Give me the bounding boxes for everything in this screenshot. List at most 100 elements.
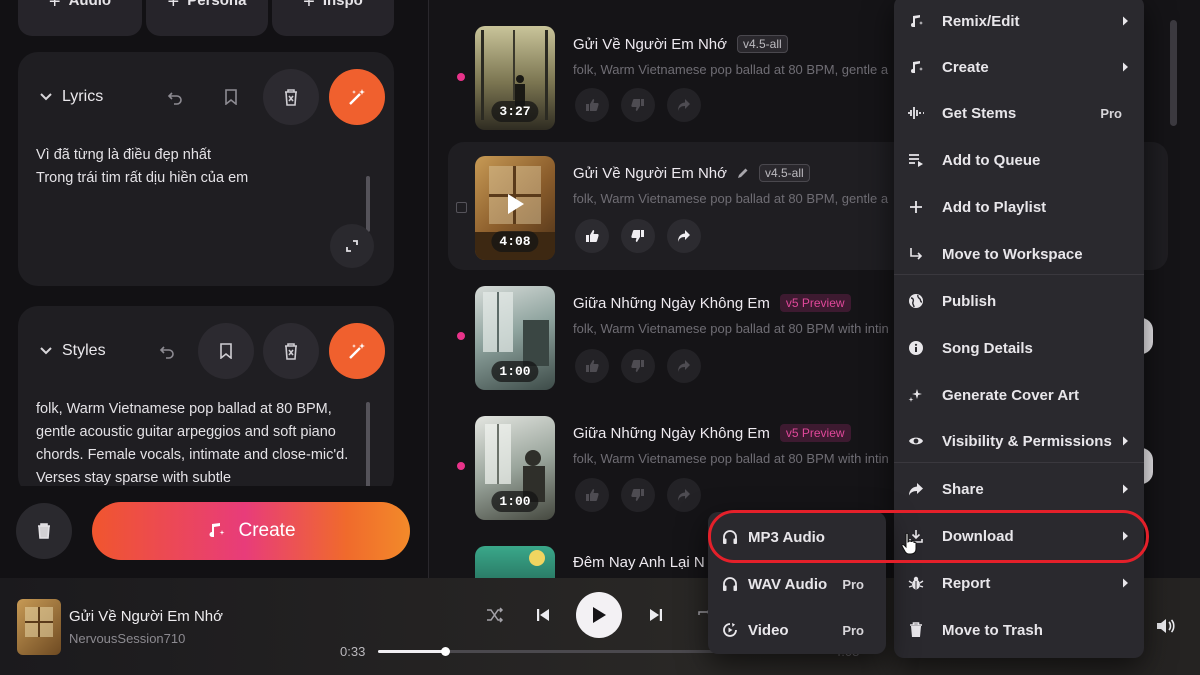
menu-item-move-to-workspace[interactable]: Move to Workspace <box>894 231 1144 277</box>
song-cover[interactable]: 4:08 <box>475 156 555 260</box>
expand-button[interactable] <box>330 224 374 268</box>
chevron-down-icon <box>40 93 52 101</box>
song-cover[interactable]: 1:00 <box>475 416 555 520</box>
song-title-row[interactable]: Đêm Nay Anh Lại N <box>573 554 705 571</box>
like-button[interactable] <box>575 349 609 383</box>
share-button[interactable] <box>667 478 701 512</box>
info-icon <box>906 338 926 358</box>
like-button[interactable] <box>575 88 609 122</box>
menu-item-remix-edit[interactable]: Remix/Edit <box>894 0 1144 44</box>
edit-pencil-icon[interactable] <box>737 167 749 179</box>
styles-scrollbar[interactable] <box>366 402 370 492</box>
progress-fill <box>378 650 446 653</box>
model-tag: v5 Preview <box>779 294 851 312</box>
share-arrow-icon <box>678 360 690 372</box>
share-button[interactable] <box>667 349 701 383</box>
dislike-button[interactable] <box>621 349 655 383</box>
dislike-button[interactable] <box>621 219 655 253</box>
song-title-row[interactable]: Giữa Những Ngày Không Em v5 Preview <box>573 294 851 312</box>
submenu-arrow-icon <box>1122 484 1132 494</box>
new-indicator <box>457 332 465 340</box>
add-audio-button[interactable]: + Audio <box>18 0 142 36</box>
lyrics-scrollbar[interactable] <box>366 176 370 232</box>
player-artist[interactable]: NervousSession710 <box>69 631 185 646</box>
undo-icon[interactable] <box>152 336 182 366</box>
menu-separator <box>894 462 1144 463</box>
menu-item-add-to-playlist[interactable]: Add to Playlist <box>894 184 1144 230</box>
magic-styles-button[interactable] <box>329 323 385 379</box>
shuffle-icon[interactable] <box>480 600 510 630</box>
menu-item-report[interactable]: Report <box>894 560 1144 606</box>
menu-item-move-to-trash[interactable]: Move to Trash <box>894 607 1144 653</box>
styles-toggle[interactable]: Styles <box>40 342 106 360</box>
thumbs-down-icon <box>631 489 644 501</box>
play-button[interactable] <box>576 592 622 638</box>
share-button[interactable] <box>667 88 701 122</box>
bookmark-button[interactable] <box>198 323 254 379</box>
select-checkbox[interactable] <box>456 202 467 213</box>
styles-text[interactable]: folk, Warm Vietnamese pop ballad at 80 B… <box>36 398 362 490</box>
song-desc: folk, Warm Vietnamese pop ballad at 80 B… <box>573 62 889 77</box>
lyrics-toggle[interactable]: Lyrics <box>40 88 103 106</box>
undo-icon[interactable] <box>160 82 190 112</box>
player-cover[interactable] <box>17 599 61 655</box>
song-cover[interactable] <box>475 546 555 578</box>
add-persona-button[interactable]: + Persona <box>146 0 268 36</box>
menu-item-publish[interactable]: Publish <box>894 278 1144 324</box>
menu-item-label: Add to Playlist <box>942 198 1047 216</box>
magic-lyrics-button[interactable] <box>329 69 385 125</box>
menu-item-label: Add to Queue <box>942 151 1041 169</box>
current-time: 0:33 <box>340 644 366 659</box>
thumbs-up-icon <box>586 99 599 111</box>
download-option-wav-audio[interactable]: WAV Audio Pro <box>708 561 886 607</box>
bookmark-icon[interactable] <box>216 82 246 112</box>
volume-icon[interactable] <box>1151 611 1181 641</box>
download-option-label: WAV Audio <box>748 575 828 593</box>
lyrics-text[interactable]: Vì đã từng là điều đẹp nhất Trong trái t… <box>36 144 356 190</box>
previous-icon[interactable] <box>528 600 558 630</box>
dislike-button[interactable] <box>621 88 655 122</box>
clear-lyrics-button[interactable] <box>263 69 319 125</box>
menu-item-generate-cover-art[interactable]: Generate Cover Art <box>894 372 1144 418</box>
menu-item-visibility-permissions[interactable]: Visibility & Permissions <box>894 418 1144 464</box>
menu-item-share[interactable]: Share <box>894 466 1144 512</box>
submenu-arrow-icon <box>1122 62 1132 72</box>
share-button[interactable] <box>667 219 701 253</box>
model-tag: v4.5-all <box>758 164 810 182</box>
menu-item-label: Share <box>942 480 984 498</box>
menu-item-label: Create <box>942 58 989 76</box>
list-scrollbar[interactable] <box>1170 20 1177 126</box>
clear-styles-button[interactable] <box>263 323 319 379</box>
clear-all-button[interactable] <box>16 503 72 559</box>
create-button[interactable]: Create <box>92 502 410 560</box>
song-desc: folk, Warm Vietnamese pop ballad at 80 B… <box>573 451 889 466</box>
menu-item-get-stems[interactable]: Get Stems Pro <box>894 90 1144 136</box>
song-title-row[interactable]: Gửi Về Người Em Nhớ v4.5-all <box>573 35 788 53</box>
song-title-row[interactable]: Gửi Về Người Em Nhớ v4.5-all <box>573 164 810 182</box>
magic-wand-icon <box>349 343 365 359</box>
dislike-button[interactable] <box>621 478 655 512</box>
menu-item-create[interactable]: Create <box>894 44 1144 90</box>
menu-item-add-to-queue[interactable]: Add to Queue <box>894 137 1144 183</box>
download-option-label: Video <box>748 621 789 639</box>
create-music-icon <box>209 523 225 537</box>
add-inspo-button[interactable]: + Inspo <box>272 0 394 36</box>
like-button[interactable] <box>575 219 609 253</box>
thumbs-up-icon <box>586 489 599 501</box>
chevron-down-icon <box>40 347 52 355</box>
song-cover[interactable]: 1:00 <box>475 286 555 390</box>
next-icon[interactable] <box>641 600 671 630</box>
like-button[interactable] <box>575 478 609 512</box>
thumbs-up-icon <box>586 360 599 372</box>
share-icon <box>906 479 926 499</box>
thumbs-down-icon <box>631 360 644 372</box>
song-desc: folk, Warm Vietnamese pop ballad at 80 B… <box>573 321 889 336</box>
song-title-row[interactable]: Giữa Những Ngày Không Em v5 Preview <box>573 424 851 442</box>
download-option-video[interactable]: Video Pro <box>708 607 886 653</box>
player-title[interactable]: Gửi Về Người Em Nhớ <box>69 608 223 625</box>
panel-divider <box>428 0 429 580</box>
song-cover[interactable]: 3:27 <box>475 26 555 130</box>
menu-item-song-details[interactable]: Song Details <box>894 325 1144 371</box>
globe-icon <box>906 291 926 311</box>
highlight-annotation <box>708 510 1149 563</box>
